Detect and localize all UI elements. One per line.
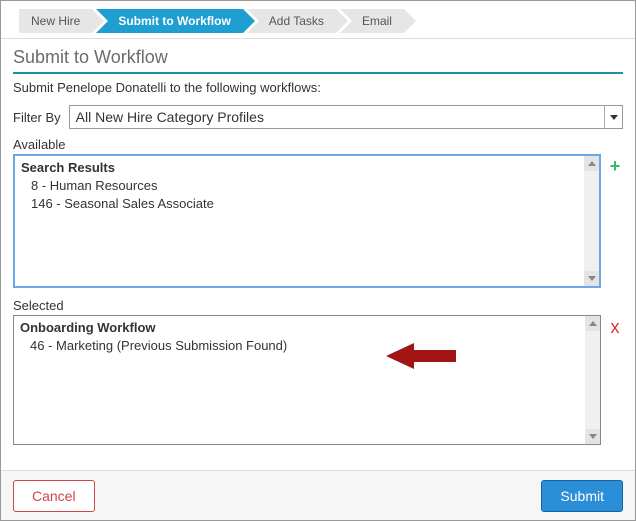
breadcrumb: New Hire Submit to Workflow Add Tasks Em… (1, 1, 635, 39)
dialog-container: New Hire Submit to Workflow Add Tasks Em… (0, 0, 636, 521)
scroll-down-icon[interactable] (585, 429, 600, 444)
breadcrumb-step-new-hire[interactable]: New Hire (19, 9, 92, 33)
submit-button[interactable]: Submit (541, 480, 623, 512)
breadcrumb-step-add-tasks[interactable]: Add Tasks (247, 9, 336, 33)
page-title: Submit to Workflow (13, 45, 623, 74)
list-item[interactable]: 146 - Seasonal Sales Associate (21, 195, 599, 213)
breadcrumb-step-submit-to-workflow[interactable]: Submit to Workflow (96, 9, 242, 33)
scrollbar[interactable] (584, 156, 599, 286)
scrollbar[interactable] (585, 316, 600, 444)
selected-wrap: Onboarding Workflow 46 - Marketing (Prev… (13, 315, 623, 445)
subtitle: Submit Penelope Donatelli to the followi… (13, 74, 623, 105)
selected-label: Selected (13, 298, 623, 313)
filter-row: Filter By All New Hire Category Profiles (13, 105, 623, 129)
available-wrap: Search Results 8 - Human Resources 146 -… (13, 154, 623, 288)
footer: Cancel Submit (1, 470, 635, 520)
available-label: Available (13, 137, 623, 152)
selected-header: Onboarding Workflow (20, 319, 600, 337)
scroll-down-icon[interactable] (584, 271, 599, 286)
scroll-up-icon[interactable] (584, 156, 599, 171)
filter-by-dropdown[interactable]: All New Hire Category Profiles (69, 105, 623, 129)
add-icon[interactable]: + (607, 158, 623, 174)
content-area: Submit to Workflow Submit Penelope Donat… (1, 39, 635, 445)
cancel-button[interactable]: Cancel (13, 480, 95, 512)
available-listbox[interactable]: Search Results 8 - Human Resources 146 -… (13, 154, 601, 288)
chevron-down-icon (604, 106, 618, 128)
breadcrumb-step-email[interactable]: Email (340, 9, 404, 33)
selected-listbox[interactable]: Onboarding Workflow 46 - Marketing (Prev… (13, 315, 601, 445)
filter-label: Filter By (13, 110, 61, 125)
filter-selected-value: All New Hire Category Profiles (76, 109, 264, 125)
scroll-up-icon[interactable] (585, 316, 600, 331)
remove-icon[interactable]: x (607, 319, 623, 335)
list-item[interactable]: 46 - Marketing (Previous Submission Foun… (20, 337, 600, 355)
list-item[interactable]: 8 - Human Resources (21, 177, 599, 195)
available-header: Search Results (21, 159, 599, 177)
